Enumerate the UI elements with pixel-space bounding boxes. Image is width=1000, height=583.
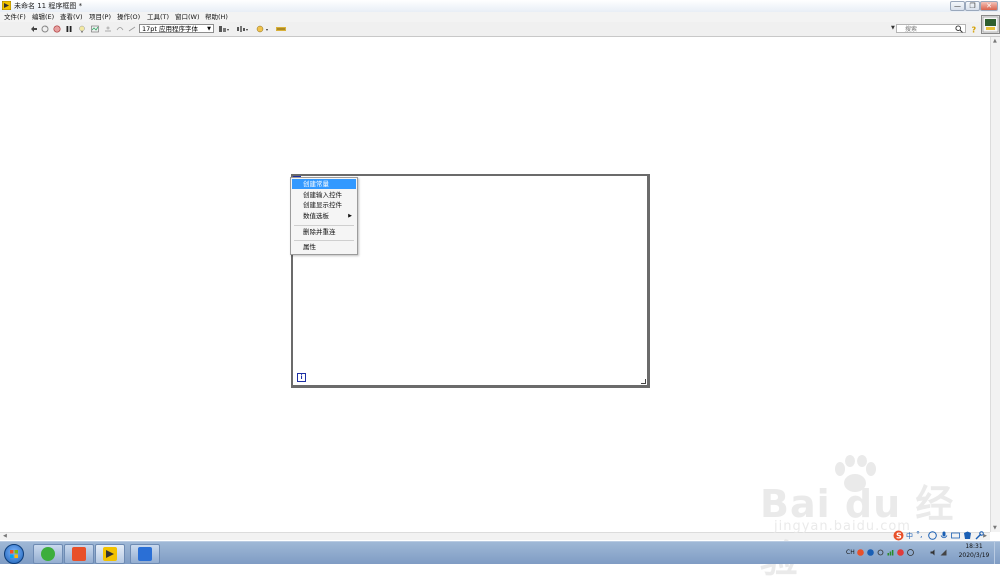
ime-wrench-icon[interactable] [975,531,984,540]
menu-file[interactable]: 文件(F) [4,12,26,22]
tray-update-icon[interactable] [907,549,914,556]
search-dropdown-chevron-icon[interactable]: ▼ [891,25,895,31]
tray-signal-icon[interactable] [940,549,947,556]
font-select[interactable]: 17pt 应用程序字体 ▼ [139,24,214,33]
highlight-execution-icon[interactable] [78,25,86,33]
menu-tools[interactable]: 工具(T) [147,12,169,22]
reorder-icon[interactable] [255,25,269,33]
menu-item-numeric-palette-label: 数值选板 [303,212,329,220]
vi-icon [982,16,999,33]
menu-bar: 文件(F) 编辑(E) 查看(V) 项目(P) 操作(O) 工具(T) 窗口(W… [0,12,1000,22]
help-icon[interactable]: ? [970,25,978,34]
step-over-icon[interactable] [116,25,124,33]
menu-item-properties[interactable]: 属性 [292,242,356,252]
search-icon[interactable] [955,25,963,33]
labview-app-icon [2,1,11,10]
clean-up-diagram-icon[interactable] [275,25,287,33]
tray-help-icon[interactable] [867,549,874,556]
run-continuously-icon[interactable] [41,25,49,33]
wps-icon [138,547,152,561]
align-objects-icon[interactable] [218,25,230,33]
svg-text:S: S [896,532,902,541]
distribute-objects-icon[interactable] [236,25,249,33]
show-desktop-button[interactable] [994,542,1000,564]
retain-wire-values-icon[interactable] [91,25,99,33]
tray-settings-icon[interactable] [877,549,884,556]
ime-emoji-icon[interactable] [928,531,937,540]
restore-button[interactable]: ❐ [965,1,980,11]
ime-keyboard-icon[interactable] [951,531,960,540]
tray-volume-icon[interactable] [930,549,937,556]
menu-operate[interactable]: 操作(O) [117,12,140,22]
tray-security-icon[interactable] [897,549,904,556]
menu-item-delete-and-rewire[interactable]: 删除并重连 [292,227,356,237]
menu-separator [294,225,354,226]
scroll-left-icon[interactable]: ◀ [3,533,7,539]
svg-text:?: ? [972,26,977,34]
ime-punctuation-icon[interactable]: °, [916,530,923,539]
submenu-arrow-icon: ▶ [348,213,352,219]
menu-item-create-indicator[interactable]: 创建显示控件 [292,200,356,210]
menu-help[interactable]: 帮助(H) [205,12,228,22]
menu-item-create-control[interactable]: 创建输入控件 [292,190,356,200]
minimize-button[interactable]: — [950,1,965,11]
step-out-icon[interactable] [128,25,136,33]
taskbar: CH [0,541,1000,564]
windows-logo-icon [10,550,18,558]
menu-window[interactable]: 窗口(W) [175,12,200,22]
start-button[interactable] [4,544,24,564]
sogou-icon [72,547,86,561]
menu-separator [294,240,354,241]
menu-item-create-constant[interactable]: 创建常量 [292,179,356,189]
window-title: 未命名 11 程序框图 * [14,2,83,10]
menu-item-numeric-palette[interactable]: 数值选板 ▶ [292,211,356,221]
taskbar-app-sogou[interactable] [64,544,94,564]
tray-sogou-icon[interactable] [857,549,864,556]
taskbar-app-ie[interactable] [33,544,63,564]
vertical-scrollbar[interactable]: ▲ ▼ [990,37,1000,532]
menu-view[interactable]: 查看(V) [60,12,83,22]
run-arrow-icon[interactable] [30,25,38,33]
loop-iteration-terminal[interactable]: i [297,373,306,382]
chevron-down-icon: ▼ [207,26,211,32]
ie-browser-icon [41,547,55,561]
pause-icon[interactable] [65,25,73,33]
context-menu: 创建常量 创建输入控件 创建显示控件 数值选板 ▶ 删除并重连 属性 [290,177,358,255]
ime-chinese-mode-icon[interactable]: 中 [906,531,913,541]
loop-resize-handle[interactable] [641,379,646,384]
abort-icon[interactable] [53,25,61,33]
vi-icon-thumbnail[interactable] [981,15,1000,34]
sogou-ime-icon[interactable]: S [893,530,904,541]
font-select-value: 17pt 应用程序字体 [142,25,199,33]
tray-network-icon[interactable] [887,549,894,556]
ime-toolbar: S 中 °, [893,530,1000,541]
labview-icon [103,547,117,561]
toolbar: 17pt 应用程序字体 ▼ ▼ 搜索 ? [0,22,1000,37]
taskbar-app-labview[interactable] [95,544,125,564]
ime-skin-icon[interactable] [963,531,972,540]
ime-voice-icon[interactable] [940,531,948,540]
step-into-icon[interactable] [104,25,112,33]
menu-edit[interactable]: 编辑(E) [32,12,54,22]
taskbar-app-wps[interactable] [130,544,160,564]
close-button[interactable]: ✕ [980,1,998,11]
search-placeholder: 搜索 [905,26,918,33]
tray-language-indicator[interactable]: CH [846,549,855,556]
scroll-up-icon[interactable]: ▲ [993,38,997,44]
clock-time[interactable]: 18:31 [963,543,985,550]
clock-date[interactable]: 2020/3/19 [956,552,992,559]
watermark-url: jingyan.baidu.com [774,519,911,534]
menu-project[interactable]: 项目(P) [89,12,111,22]
